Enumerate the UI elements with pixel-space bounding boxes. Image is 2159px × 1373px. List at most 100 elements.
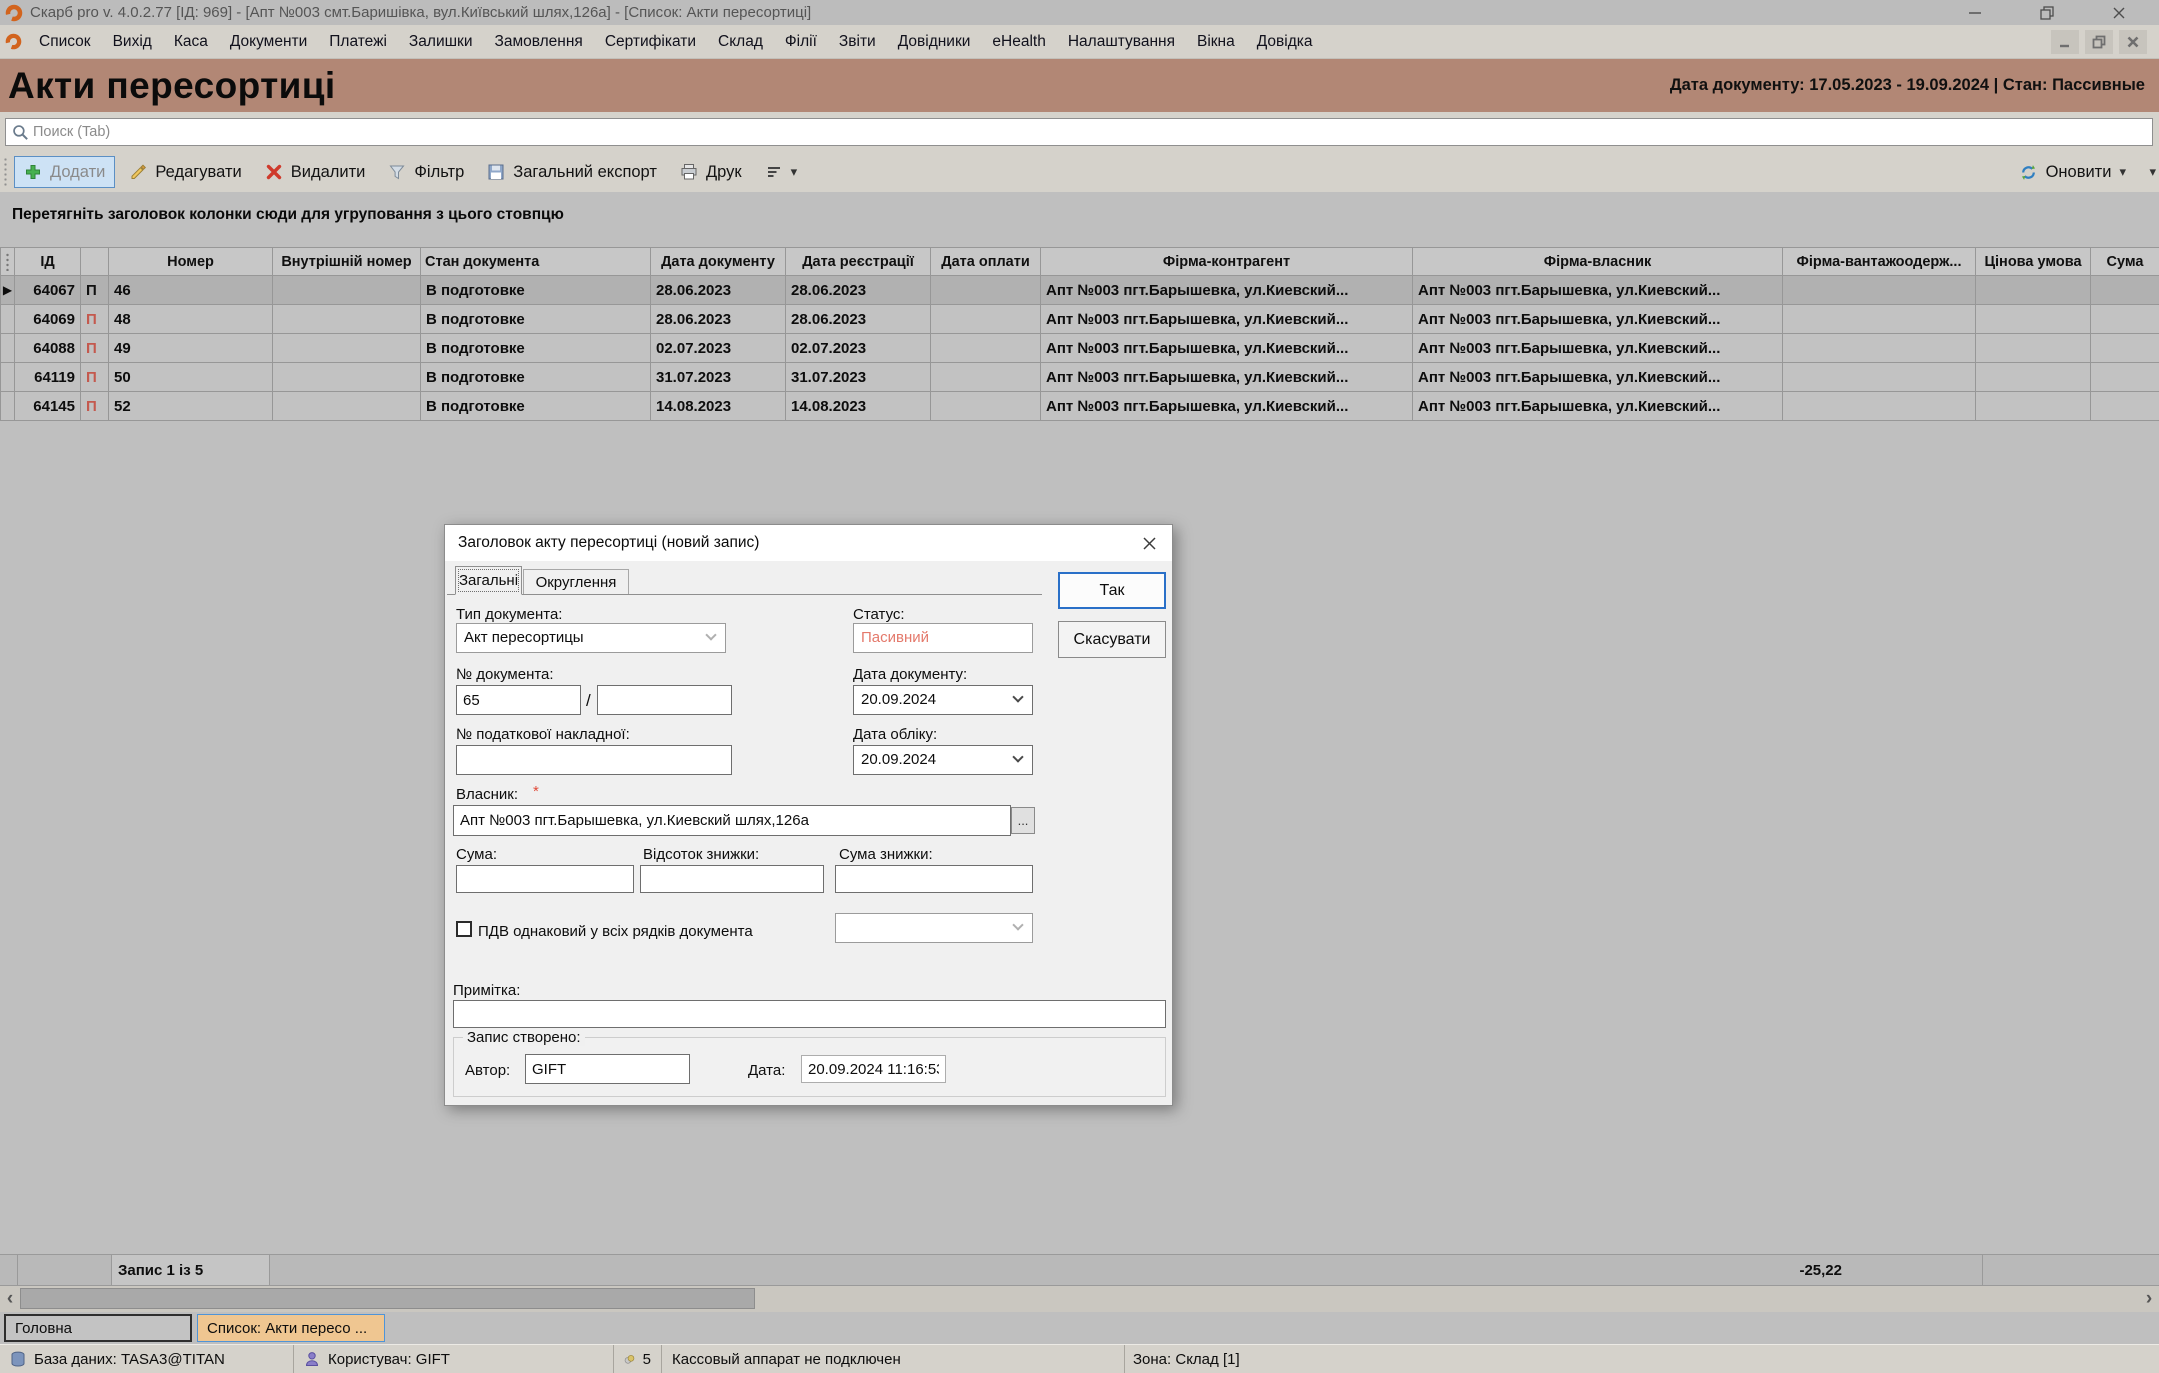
account-date-select[interactable]: 20.09.2024	[853, 745, 1033, 775]
dialog-title-bar[interactable]: Заголовок акту пересортиці (новий запис)	[445, 525, 1172, 561]
cell-contractor[interactable]: Апт №003 пгт.Барышевка, ул.Киевский...	[1041, 392, 1413, 421]
menu-item-sklad[interactable]: Склад	[707, 25, 774, 58]
view-options-button[interactable]: ▾	[756, 156, 807, 188]
menu-item-dovidnyky[interactable]: Довідники	[887, 25, 982, 58]
search-box[interactable]	[5, 118, 2153, 146]
menu-item-nalashtuvannia[interactable]: Налаштування	[1057, 25, 1186, 58]
discount-percent-input[interactable]	[640, 865, 824, 893]
tax-invoice-input[interactable]	[456, 745, 732, 775]
table-row[interactable]: ▶ 64067 П 46 В подготовке 28.06.2023 28.…	[1, 276, 2159, 305]
cell-reg-date[interactable]: 28.06.2023	[786, 276, 931, 305]
scroll-left-icon[interactable]: ‹	[0, 1286, 20, 1312]
cell-pay-date[interactable]	[931, 392, 1041, 421]
vat-select[interactable]	[835, 913, 1033, 943]
cell-flag[interactable]: П	[81, 305, 109, 334]
menu-item-vikna[interactable]: Вікна	[1186, 25, 1246, 58]
cell-number[interactable]: 50	[109, 363, 273, 392]
cell-doc-date[interactable]: 14.08.2023	[651, 392, 786, 421]
cell-contractor[interactable]: Апт №003 пгт.Барышевка, ул.Киевский...	[1041, 334, 1413, 363]
cell-consignee[interactable]	[1783, 392, 1976, 421]
cell-price-term[interactable]	[1976, 334, 2091, 363]
cell-price-term[interactable]	[1976, 305, 2091, 334]
menu-item-dovidka[interactable]: Довідка	[1246, 25, 1324, 58]
menu-item-dokumenty[interactable]: Документи	[219, 25, 318, 58]
column-header-price-term[interactable]: Цінова умова	[1976, 248, 2091, 276]
cell-doc-date[interactable]: 28.06.2023	[651, 305, 786, 334]
column-header-pay-date[interactable]: Дата оплати	[931, 248, 1041, 276]
cell-internal[interactable]	[273, 276, 421, 305]
author-input[interactable]	[525, 1054, 690, 1084]
cell-status[interactable]: В подготовке	[421, 276, 651, 305]
mdi-restore-icon[interactable]	[2085, 30, 2113, 54]
menu-item-vykhid[interactable]: Вихід	[102, 25, 163, 58]
cell-price-term[interactable]	[1976, 363, 2091, 392]
cell-number[interactable]: 49	[109, 334, 273, 363]
delete-button[interactable]: Видалити	[256, 156, 375, 188]
refresh-button[interactable]: Оновити ▾	[2010, 156, 2135, 188]
cell-pay-date[interactable]	[931, 334, 1041, 363]
created-date-input[interactable]	[801, 1055, 946, 1083]
menu-item-kasa[interactable]: Каса	[163, 25, 219, 58]
tab-list-active[interactable]: Список: Акти пересо ...	[197, 1314, 385, 1342]
scroll-right-icon[interactable]: ›	[2139, 1286, 2159, 1312]
doc-type-select[interactable]: Акт пересортицы	[456, 623, 726, 653]
menu-item-zamovlennia[interactable]: Замовлення	[483, 25, 593, 58]
cell-reg-date[interactable]: 14.08.2023	[786, 392, 931, 421]
cell-status[interactable]: В подготовке	[421, 392, 651, 421]
cell-owner-firm[interactable]: Апт №003 пгт.Барышевка, ул.Киевский...	[1413, 334, 1783, 363]
minimize-icon[interactable]	[1965, 4, 1985, 22]
dialog-tab-general[interactable]: Загальні	[455, 566, 522, 595]
column-header-contractor[interactable]: Фірма-контрагент	[1041, 248, 1413, 276]
cell-flag[interactable]: П	[81, 276, 109, 305]
cell-price-term[interactable]	[1976, 276, 2091, 305]
toolbar-grip-handle[interactable]	[3, 157, 9, 187]
cell-owner-firm[interactable]: Апт №003 пгт.Барышевка, ул.Киевский...	[1413, 276, 1783, 305]
cell-number[interactable]: 48	[109, 305, 273, 334]
cell-number[interactable]: 46	[109, 276, 273, 305]
cell-id[interactable]: 64069	[15, 305, 81, 334]
menu-item-zalyshky[interactable]: Залишки	[398, 25, 484, 58]
cell-owner-firm[interactable]: Апт №003 пгт.Барышевка, ул.Киевский...	[1413, 392, 1783, 421]
column-header-id[interactable]: ІД	[15, 248, 81, 276]
cell-contractor[interactable]: Апт №003 пгт.Барышевка, ул.Киевский...	[1041, 363, 1413, 392]
cell-pay-date[interactable]	[931, 305, 1041, 334]
cell-flag[interactable]: П	[81, 363, 109, 392]
cell-consignee[interactable]	[1783, 276, 1976, 305]
print-button[interactable]: Друк	[671, 156, 751, 188]
cell-reg-date[interactable]: 28.06.2023	[786, 305, 931, 334]
column-header-reg-date[interactable]: Дата реєстрації	[786, 248, 931, 276]
cell-internal[interactable]	[273, 392, 421, 421]
cell-owner-firm[interactable]: Апт №003 пгт.Барышевка, ул.Киевский...	[1413, 363, 1783, 392]
column-header-number[interactable]: Номер	[109, 248, 273, 276]
doc-date-select[interactable]: 20.09.2024	[853, 685, 1033, 715]
cell-status[interactable]: В подготовке	[421, 305, 651, 334]
cell-status[interactable]: В подготовке	[421, 334, 651, 363]
ok-button[interactable]: Так	[1058, 572, 1166, 609]
cell-status[interactable]: В подготовке	[421, 363, 651, 392]
column-header-sum[interactable]: Сума	[2091, 248, 2159, 276]
column-header-flag[interactable]	[81, 248, 109, 276]
cell-number[interactable]: 52	[109, 392, 273, 421]
cancel-button[interactable]: Скасувати	[1058, 621, 1166, 658]
cell-doc-date[interactable]: 28.06.2023	[651, 276, 786, 305]
discount-sum-input[interactable]	[835, 865, 1033, 893]
cell-flag[interactable]: П	[81, 334, 109, 363]
table-row[interactable]: 64119 П 50 В подготовке 31.07.2023 31.07…	[1, 363, 2159, 392]
doc-number-input[interactable]	[456, 685, 581, 715]
horizontal-scrollbar[interactable]: ‹ ›	[0, 1286, 2159, 1312]
table-row[interactable]: 64069 П 48 В подготовке 28.06.2023 28.06…	[1, 305, 2159, 334]
cell-pay-date[interactable]	[931, 276, 1041, 305]
edit-button[interactable]: Редагувати	[120, 156, 250, 188]
menu-item-platezhi[interactable]: Платежі	[318, 25, 398, 58]
cell-flag[interactable]: П	[81, 392, 109, 421]
column-header-doc-state[interactable]: Стан документа	[421, 248, 651, 276]
scrollbar-thumb[interactable]	[20, 1288, 755, 1309]
table-row[interactable]: 64088 П 49 В подготовке 02.07.2023 02.07…	[1, 334, 2159, 363]
cell-reg-date[interactable]: 02.07.2023	[786, 334, 931, 363]
cell-contractor[interactable]: Апт №003 пгт.Барышевка, ул.Киевский...	[1041, 305, 1413, 334]
owner-browse-button[interactable]: ...	[1011, 807, 1035, 834]
search-input[interactable]	[33, 120, 2143, 144]
cell-reg-date[interactable]: 31.07.2023	[786, 363, 931, 392]
cell-price-term[interactable]	[1976, 392, 2091, 421]
cell-internal[interactable]	[273, 363, 421, 392]
